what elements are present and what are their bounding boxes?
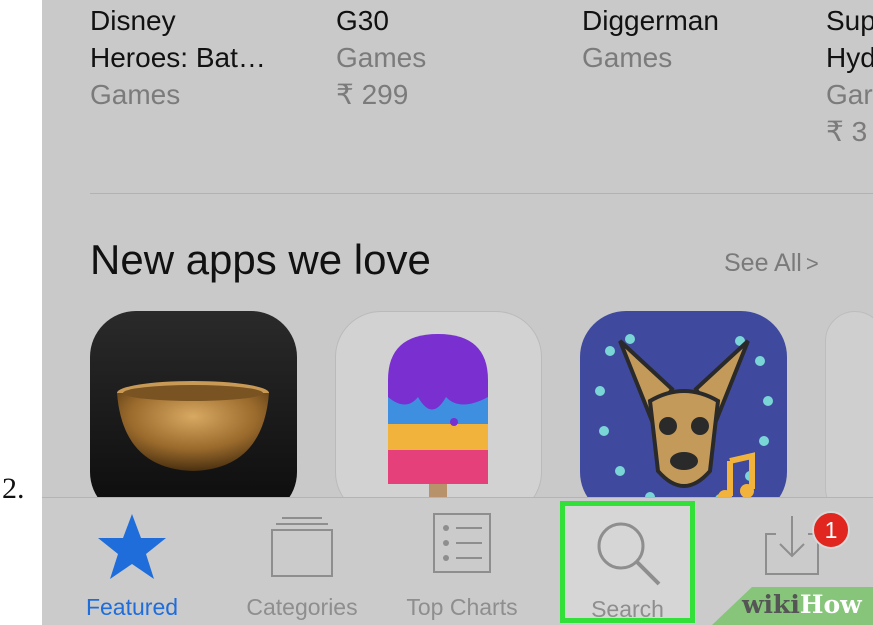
tab-label: Top Charts bbox=[406, 594, 518, 620]
tab-categories[interactable]: Categories bbox=[227, 498, 377, 625]
tab-label: Categories bbox=[246, 594, 358, 620]
app-category: Gar bbox=[826, 79, 873, 110]
app-name: Heroes: Bat… bbox=[90, 42, 266, 73]
top-app-disney-heroes[interactable]: Disney Heroes: Bat… Games bbox=[90, 2, 266, 113]
categories-icon bbox=[271, 517, 333, 577]
section-title: New apps we love bbox=[90, 236, 431, 283]
app-name: G30 bbox=[336, 5, 389, 36]
tab-featured[interactable]: Featured bbox=[62, 498, 202, 625]
tab-label: Search bbox=[591, 596, 664, 622]
top-app-partial[interactable]: Sup Hyd Gar ₹ 3 bbox=[826, 2, 873, 150]
step-number: 2. bbox=[2, 472, 25, 505]
app-name: Sup bbox=[826, 5, 873, 36]
top-app-g30[interactable]: G30 Games ₹ 299 bbox=[336, 2, 426, 113]
app-price: ₹ 299 bbox=[336, 79, 409, 110]
tab-search[interactable]: Search bbox=[560, 501, 695, 623]
star-icon bbox=[98, 514, 166, 579]
kangaroo-icon bbox=[595, 334, 773, 504]
app-name: Diggerman bbox=[582, 5, 719, 36]
app-icon-kangaroo[interactable] bbox=[580, 311, 787, 518]
app-icon-popsicle[interactable] bbox=[335, 311, 542, 518]
app-name: Hyd bbox=[826, 42, 873, 73]
watermark-part1: wiki bbox=[742, 590, 800, 619]
list-icon bbox=[433, 513, 491, 573]
app-icon-partial[interactable] bbox=[825, 311, 873, 518]
top-app-diggerman[interactable]: Diggerman Games bbox=[582, 2, 719, 76]
app-price: ₹ 3 bbox=[826, 116, 868, 147]
app-category: Games bbox=[90, 79, 181, 110]
tab-label: Featured bbox=[85, 594, 179, 620]
singing-bowl-icon bbox=[117, 381, 269, 471]
tab-top-charts[interactable]: Top Charts bbox=[387, 498, 537, 625]
app-category: Games bbox=[336, 42, 427, 73]
app-name: Disney bbox=[90, 5, 176, 36]
app-store-screen: Disney Heroes: Bat… Games G30 Games ₹ 29… bbox=[42, 0, 873, 625]
chevron-right-icon: > bbox=[805, 251, 819, 276]
watermark-part2: How bbox=[799, 590, 862, 619]
see-all-label: See All bbox=[724, 249, 802, 277]
updates-badge: 1 bbox=[812, 511, 850, 549]
app-category: Games bbox=[582, 42, 673, 73]
see-all-link[interactable]: See All > bbox=[724, 249, 819, 278]
popsicle-icon bbox=[388, 334, 488, 517]
section-divider bbox=[90, 193, 873, 194]
app-icon-singing-bowl[interactable] bbox=[90, 311, 297, 518]
search-icon bbox=[597, 522, 660, 586]
